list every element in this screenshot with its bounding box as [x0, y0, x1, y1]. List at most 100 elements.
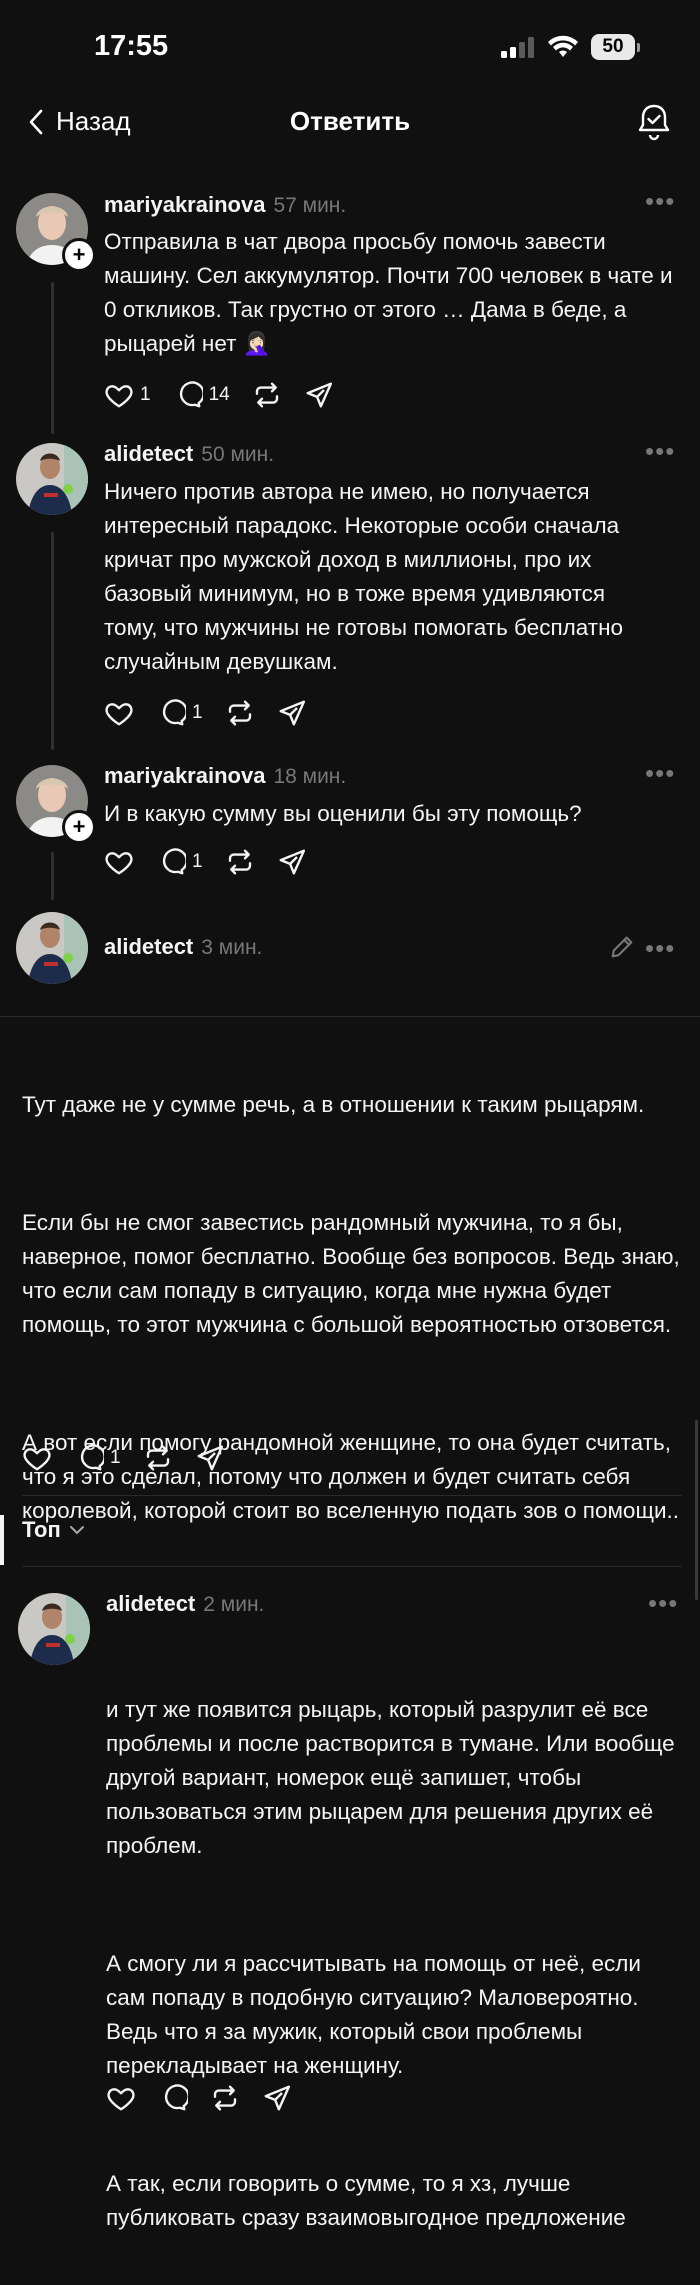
repost-icon: [210, 2083, 240, 2113]
like-count: 1: [140, 384, 151, 405]
more-options-button[interactable]: •••: [648, 1588, 678, 1619]
share-button[interactable]: [262, 2083, 292, 2113]
repost-button[interactable]: [252, 380, 282, 410]
battery-indicator: 50: [591, 34, 635, 60]
username[interactable]: alidetect: [106, 1591, 195, 1616]
reply-button[interactable]: 14: [173, 380, 230, 410]
signal-icon: [501, 37, 534, 58]
repost-icon: [143, 1443, 173, 1473]
post-text: И в какую сумму вы оценили бы эту помощь…: [104, 801, 582, 826]
post-header: mariyakrainova 18 мин.: [104, 763, 346, 789]
repost-icon: [225, 698, 255, 728]
reply-count: 14: [208, 384, 230, 405]
like-button[interactable]: [104, 698, 134, 728]
share-icon: [195, 1443, 225, 1473]
scrollbar[interactable]: [695, 1420, 698, 1600]
repost-button[interactable]: [225, 698, 255, 728]
sort-label: Топ: [22, 1517, 61, 1542]
follow-plus-button[interactable]: +: [62, 238, 96, 272]
like-button[interactable]: [22, 1443, 52, 1473]
timestamp: 18 мин.: [273, 765, 347, 788]
status-time: 17:55: [94, 30, 169, 62]
heart-icon: [22, 1443, 52, 1473]
comment-icon: [156, 847, 186, 877]
share-button[interactable]: [277, 847, 307, 877]
post-header: mariyakrainova 57 мин.: [104, 192, 346, 218]
page-title: Ответить: [289, 106, 411, 136]
like-button[interactable]: [106, 2083, 136, 2113]
reply-count: 1: [192, 702, 203, 723]
share-icon: [277, 847, 307, 877]
heart-icon: [106, 2083, 136, 2113]
paragraph: А смогу ли я рассчитывать на помощь от н…: [106, 1951, 648, 2078]
post-actions: 1: [22, 1440, 247, 1476]
timestamp: 2 мин.: [203, 1593, 265, 1616]
avatar[interactable]: [16, 443, 88, 515]
username[interactable]: alidetect: [104, 441, 193, 466]
avatar[interactable]: [18, 1593, 90, 1665]
share-icon: [304, 380, 334, 410]
share-button[interactable]: [195, 1443, 225, 1473]
more-options-button[interactable]: •••: [645, 758, 675, 789]
comment-icon: [156, 698, 186, 728]
username[interactable]: mariyakrainova: [104, 763, 265, 788]
paragraph: и тут же появится рыцарь, который разрул…: [106, 1697, 681, 1858]
share-icon: [277, 698, 307, 728]
heart-icon: [104, 847, 134, 877]
follow-plus-button[interactable]: +: [62, 810, 96, 844]
repost-button[interactable]: [225, 847, 255, 877]
thread-line: [51, 282, 54, 434]
post-header: alidetect 3 мин.: [104, 934, 262, 960]
share-button[interactable]: [304, 380, 334, 410]
repost-button[interactable]: [210, 2083, 240, 2113]
divider: [22, 1566, 682, 1567]
repost-icon: [225, 847, 255, 877]
share-button[interactable]: [277, 698, 307, 728]
timestamp: 3 мин.: [201, 936, 263, 959]
reply-button[interactable]: 1: [156, 847, 203, 877]
comment-icon: [173, 380, 203, 410]
like-button[interactable]: 1: [104, 380, 151, 410]
reply-button[interactable]: 1: [156, 698, 203, 728]
divider: [0, 1016, 700, 1017]
post-actions: [106, 2080, 314, 2116]
sort-dropdown[interactable]: Топ: [22, 1517, 85, 1543]
bell-check-icon: [638, 104, 670, 141]
reply-count: 1: [192, 851, 203, 872]
reply-body: и тут же появится рыцарь, который разрул…: [106, 1625, 686, 2285]
comment-icon: [74, 1443, 104, 1473]
edit-button[interactable]: [608, 933, 636, 966]
more-options-button[interactable]: •••: [645, 436, 675, 467]
post-actions: 1: [104, 695, 329, 731]
notification-bell-button[interactable]: [636, 102, 672, 147]
post-text: Отправила в чат двора просьбу помочь зав…: [104, 229, 679, 356]
reply-button[interactable]: 1: [74, 1443, 121, 1473]
heart-icon: [104, 380, 134, 410]
wifi-icon: [548, 35, 578, 57]
sort-indicator: [0, 1515, 4, 1565]
divider: [22, 1495, 682, 1496]
like-button[interactable]: [104, 847, 134, 877]
pencil-icon: [611, 936, 633, 958]
reply-button[interactable]: [158, 2083, 188, 2113]
comment-icon: [158, 2083, 188, 2113]
post-text: Ничего против автора не имею, но получае…: [104, 479, 630, 674]
repost-icon: [252, 380, 282, 410]
avatar[interactable]: [16, 912, 88, 984]
post-actions: 1: [104, 844, 329, 880]
paragraph: Если бы не смог завестись рандомный мужч…: [22, 1210, 687, 1337]
more-options-button[interactable]: •••: [645, 186, 675, 217]
timestamp: 57 мин.: [273, 194, 347, 217]
status-icons: 50: [501, 30, 640, 64]
username[interactable]: alidetect: [104, 934, 193, 959]
reply-count: 1: [110, 1447, 121, 1468]
username[interactable]: mariyakrainova: [104, 192, 265, 217]
thread-line: [51, 852, 54, 900]
repost-button[interactable]: [143, 1443, 173, 1473]
post-header: alidetect 2 мин.: [106, 1591, 264, 1617]
heart-icon: [104, 698, 134, 728]
post-header: alidetect 50 мин.: [104, 441, 274, 467]
more-options-button[interactable]: •••: [645, 933, 675, 964]
paragraph: А так, если говорить о сумме, то я хз, л…: [106, 2171, 626, 2230]
battery-tip: [637, 42, 640, 52]
